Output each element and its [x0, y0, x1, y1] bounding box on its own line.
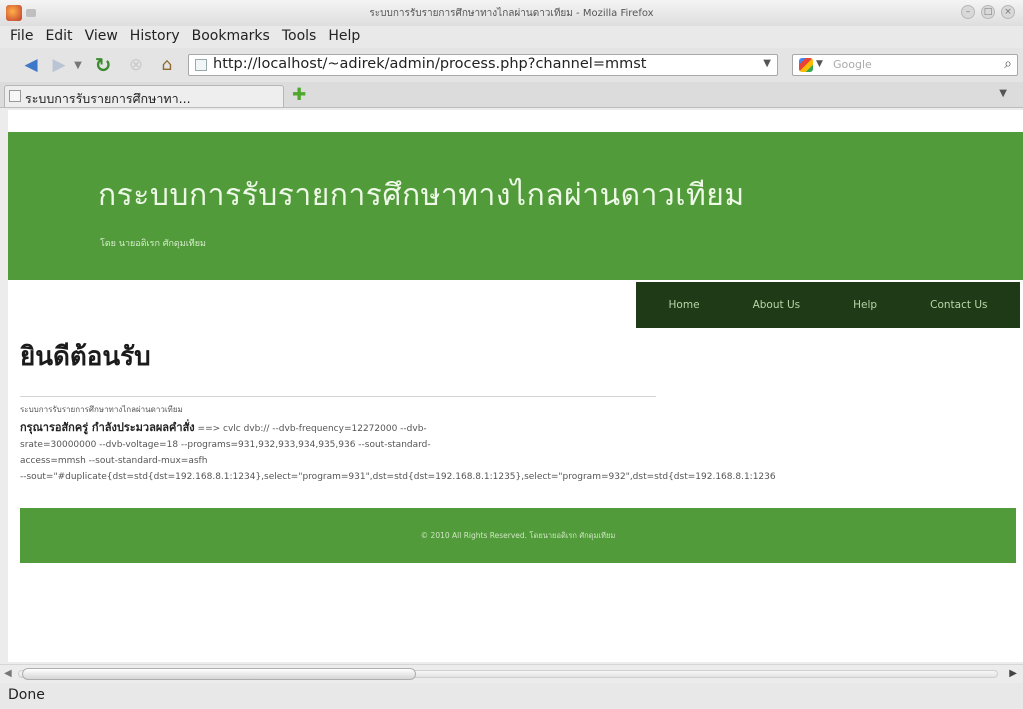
back-icon[interactable]: ◀ — [18, 53, 44, 77]
scroll-right-icon[interactable]: ▶ — [1009, 668, 1017, 679]
tab-list-icon[interactable]: ▼ — [999, 88, 1007, 99]
minimize-button[interactable]: – — [961, 5, 975, 19]
navigation-toolbar: ◀ ▶ ▼ ↻ ⊗ ⌂ http://localhost/~adirek/adm… — [0, 48, 1023, 82]
command-line-1: ==> cvlc dvb:// --dvb-frequency=12272000… — [194, 424, 427, 434]
reload-icon[interactable]: ↻ — [90, 53, 116, 77]
command-line-3: access=mmsh --sout-standard-mux=asfh — [20, 456, 208, 466]
menu-edit[interactable]: Edit — [39, 26, 78, 48]
site-nav: Home About Us Help Contact Us — [636, 282, 1020, 328]
site-footer: © 2010 All Rights Reserved. โดยนายอดิเรก… — [20, 508, 1016, 563]
maximize-button[interactable]: □ — [981, 5, 995, 19]
menu-view[interactable]: View — [79, 26, 124, 48]
address-bar[interactable]: http://localhost/~adirek/admin/process.p… — [188, 54, 778, 76]
site-header: กระบบการรับรายการศึกษาทางไกลผ่านดาวเทียม… — [8, 132, 1023, 280]
menu-bar: File Edit View History Bookmarks Tools H… — [0, 26, 1023, 48]
close-button[interactable]: × — [1001, 5, 1015, 19]
processing-status: กรุณารอสักครู่ กำลังประมวลผลคำสั่ง — [20, 421, 195, 434]
menu-help[interactable]: Help — [322, 26, 366, 48]
welcome-heading: ยินดีต้อนรับ — [20, 342, 151, 372]
search-engine-icon[interactable] — [799, 58, 813, 72]
nav-contact-us[interactable]: Contact Us — [930, 299, 987, 311]
menu-bookmarks[interactable]: Bookmarks — [186, 26, 276, 48]
nav-about-us[interactable]: About Us — [753, 299, 801, 311]
nav-help[interactable]: Help — [853, 299, 877, 311]
window-title-bar: ระบบการรับรายการศึกษาทางไกลผ่านดาวเทียม … — [0, 0, 1023, 26]
nav-home[interactable]: Home — [669, 299, 700, 311]
stop-icon[interactable]: ⊗ — [124, 53, 148, 77]
menu-history[interactable]: History — [124, 26, 186, 48]
site-subtitle: โดย นายอดิเรก ศักดุมเทียม — [100, 239, 206, 249]
command-line-2: srate=30000000 --dvb-voltage=18 --progra… — [20, 440, 431, 450]
forward-icon[interactable]: ▶ — [48, 53, 70, 77]
status-text: Done — [8, 687, 45, 703]
url-text[interactable]: http://localhost/~adirek/admin/process.p… — [213, 56, 646, 72]
status-bar: Done — [0, 683, 1023, 709]
horizontal-scrollbar[interactable]: ◀ ▶ — [0, 664, 1023, 682]
window-title: ระบบการรับรายการศึกษาทางไกลผ่านดาวเทียม … — [369, 8, 654, 19]
url-dropdown-icon[interactable]: ▼ — [763, 58, 771, 69]
history-dropdown-icon[interactable]: ▼ — [70, 53, 86, 77]
system-description: ระบบการรับรายการศึกษาทางไกลผ่านดาวเทียม — [20, 405, 183, 414]
scroll-left-icon[interactable]: ◀ — [4, 668, 12, 679]
scroll-thumb[interactable] — [22, 668, 416, 680]
tab-active[interactable]: ระบบการรับรายการศึกษาทา... — [4, 85, 284, 107]
site-identity-icon[interactable] — [195, 59, 207, 71]
site-title: กระบบการรับรายการศึกษาทางไกลผ่านดาวเทียม — [98, 178, 745, 213]
tab-bar: ระบบการรับรายการศึกษาทา... ✚ ▼ — [0, 82, 1023, 108]
tab-label[interactable]: ระบบการรับรายการศึกษาทา... — [25, 89, 191, 109]
divider — [20, 396, 656, 397]
footer-text: © 2010 All Rights Reserved. โดยนายอดิเรก… — [420, 530, 616, 540]
search-icon[interactable]: ⌕ — [1004, 56, 1012, 72]
command-line-4: --sout="#duplicate{dst=std{dst=192.168.8… — [20, 472, 776, 482]
process-output: กรุณารอสักครู่ กำลังประมวลผลคำสั่ง ==> c… — [20, 420, 1023, 485]
search-box[interactable]: ▼ Google ⌕ — [792, 54, 1018, 76]
page-icon — [9, 90, 21, 102]
home-icon[interactable]: ⌂ — [154, 53, 180, 77]
search-placeholder[interactable]: Google — [833, 58, 872, 71]
search-engine-dropdown-icon[interactable]: ▼ — [816, 59, 823, 69]
page-viewport: กระบบการรับรายการศึกษาทางไกลผ่านดาวเทียม… — [8, 110, 1023, 662]
menu-file[interactable]: File — [4, 26, 39, 48]
new-tab-icon[interactable]: ✚ — [292, 85, 306, 105]
menu-tools[interactable]: Tools — [276, 26, 323, 48]
